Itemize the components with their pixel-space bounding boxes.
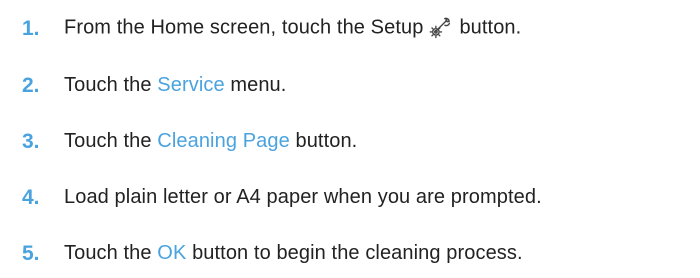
step-text-before: Touch the	[64, 130, 158, 152]
step-text-before: Touch the	[64, 242, 158, 264]
step-text-before: Touch the	[64, 74, 158, 96]
step-text-after: button.	[459, 16, 522, 39]
setup-wrench-gear-icon	[429, 15, 453, 39]
step-text: Touch the Service menu.	[64, 75, 286, 95]
step-text: Load plain letter or A4 paper when you a…	[64, 186, 542, 208]
step-number: 1.	[22, 16, 40, 40]
step-3: 3. Touch the Cleaning Page button.	[22, 121, 357, 161]
step-text: Touch the OK button to begin the cleanin…	[64, 243, 523, 263]
cleaning-page-button-term: Cleaning Page	[157, 130, 290, 152]
step-2: 2. Touch the Service menu.	[22, 65, 286, 105]
step-text: Touch the Cleaning Page button.	[64, 131, 357, 151]
step-text: From the Home screen, touch the Setup bu…	[64, 16, 521, 40]
step-4: 4. Load plain letter or A4 paper when yo…	[22, 177, 542, 217]
step-5: 5. Touch the OK button to begin the clea…	[22, 233, 523, 273]
step-number: 3.	[22, 129, 40, 153]
step-text-after: menu.	[224, 74, 287, 96]
step-text-after: button.	[289, 130, 358, 152]
step-text-after: button to begin the cleaning process.	[186, 242, 523, 264]
step-number: 4.	[22, 185, 40, 209]
step-number: 5.	[22, 241, 40, 265]
ok-button-term: OK	[157, 242, 187, 264]
step-1: 1. From the Home screen, touch the Setup…	[22, 8, 521, 48]
step-number: 2.	[22, 73, 40, 97]
step-text-before: From the Home screen, touch the Setup	[64, 16, 424, 39]
service-menu-term: Service	[157, 74, 225, 96]
